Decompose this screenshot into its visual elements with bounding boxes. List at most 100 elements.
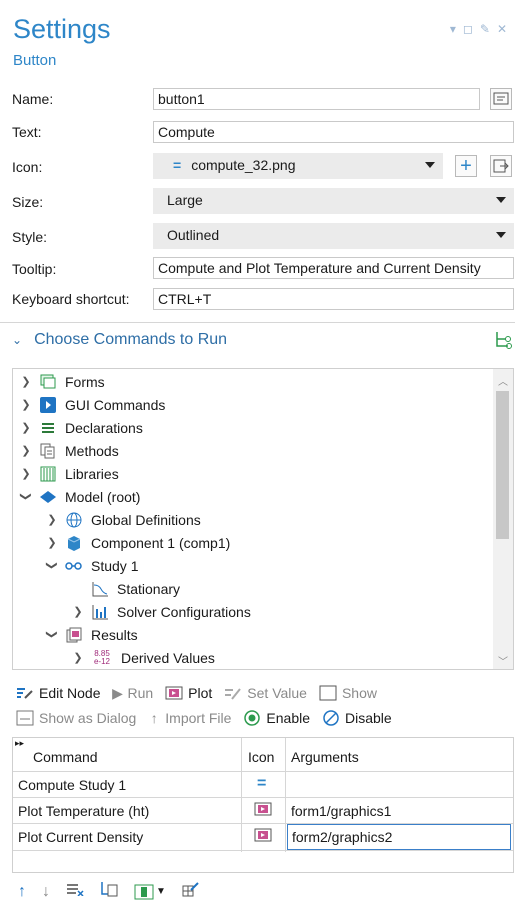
- icon-label: Icon:: [12, 159, 43, 175]
- size-select[interactable]: Large: [153, 188, 514, 214]
- style-select[interactable]: Outlined: [153, 223, 514, 249]
- column-header-arguments[interactable]: Arguments: [291, 749, 359, 765]
- set-value-button[interactable]: Set Value: [224, 685, 307, 701]
- chevron-right-icon[interactable]: ❯: [73, 651, 83, 664]
- section-header[interactable]: ⌄ Choose Commands to Run: [12, 331, 227, 349]
- chevron-right-icon[interactable]: ❯: [21, 444, 31, 457]
- style-label: Style:: [12, 229, 48, 245]
- column-header-command[interactable]: Command: [33, 749, 98, 765]
- shortcut-field[interactable]: CTRL+T: [153, 288, 514, 310]
- restore-icon[interactable]: ◻: [463, 22, 473, 36]
- chevron-down-icon[interactable]: ❯: [46, 561, 59, 571]
- scroll-thumb[interactable]: [496, 391, 509, 539]
- tree-item-declarations[interactable]: ❯ Declarations: [21, 416, 143, 439]
- tree-item-libraries[interactable]: ❯ Libraries: [21, 462, 118, 485]
- import-file-button[interactable]: ↑ Import File: [148, 710, 232, 726]
- globe-icon: [65, 512, 83, 528]
- tree-item-stationary[interactable]: Stationary: [91, 577, 180, 600]
- chevron-down-icon: ⌄: [12, 333, 23, 347]
- tree-item-forms[interactable]: ❯ Forms: [21, 370, 105, 393]
- study-icon: [65, 558, 83, 574]
- tooltip-field[interactable]: Compute and Plot Temperature and Current…: [153, 257, 514, 279]
- run-button[interactable]: ▶ Run: [112, 685, 153, 702]
- tree-item-derived-values[interactable]: ❯ 8.85 e-12 Derived Values: [73, 646, 215, 669]
- edit-node-button[interactable]: Edit Node: [16, 685, 100, 701]
- icon-select-value: compute_32.png: [191, 157, 296, 173]
- command-cell[interactable]: Compute Study 1: [18, 777, 126, 793]
- icon-select[interactable]: = compute_32.png: [153, 153, 443, 179]
- move-up-icon[interactable]: ↑: [18, 883, 26, 901]
- delete-rows-icon[interactable]: [66, 882, 84, 901]
- extract-icon[interactable]: [100, 881, 118, 902]
- tree-label: Derived Values: [121, 649, 215, 666]
- tree-item-global-definitions[interactable]: ❯ Global Definitions: [47, 508, 200, 531]
- methods-icon: [39, 443, 57, 459]
- chevron-right-icon[interactable]: ❯: [21, 375, 31, 388]
- tree-label: Methods: [65, 442, 119, 459]
- tree-item-component[interactable]: ❯ Component 1 (comp1): [47, 531, 230, 554]
- tree-item-solver-configurations[interactable]: ❯ Solver Configurations: [73, 600, 251, 623]
- tree-label: Solver Configurations: [117, 603, 251, 620]
- window-icon: [319, 685, 337, 701]
- tree-scrollbar[interactable]: ︿ ﹀: [493, 369, 513, 669]
- chevron-right-icon[interactable]: ❯: [73, 605, 83, 618]
- style-select-value: Outlined: [167, 227, 220, 243]
- tree-label: Declarations: [65, 419, 143, 436]
- arguments-cell[interactable]: form2/graphics2: [287, 824, 511, 850]
- divider: [285, 738, 286, 852]
- tree-item-methods[interactable]: ❯ Methods: [21, 439, 119, 462]
- enable-button[interactable]: Enable: [243, 710, 310, 726]
- sort-icon[interactable]: ▸▸: [15, 738, 24, 749]
- chevron-right-icon[interactable]: ❯: [21, 398, 31, 411]
- name-field[interactable]: button1: [153, 88, 480, 110]
- command-cell[interactable]: Plot Current Density: [18, 829, 143, 845]
- insert-column-icon[interactable]: ▼: [134, 884, 166, 900]
- browse-icon-button[interactable]: [490, 155, 512, 177]
- section-title: Choose Commands to Run: [34, 331, 228, 348]
- divider: [13, 797, 513, 798]
- tree-item-gui-commands[interactable]: ❯ GUI Commands: [21, 393, 165, 416]
- tree-label: Forms: [65, 373, 105, 390]
- tree-label: Results: [91, 626, 138, 643]
- window-menu-icon[interactable]: ▾: [450, 22, 456, 36]
- rename-button[interactable]: [490, 88, 512, 110]
- tree-item-study[interactable]: ❯ Study 1: [46, 554, 139, 577]
- declarations-icon: [39, 420, 57, 436]
- arguments-cell[interactable]: form1/graphics1: [291, 803, 391, 819]
- move-down-icon[interactable]: ↓: [42, 883, 50, 901]
- command-toolbar: Edit Node ▶ Run Plot Set Value Show: [16, 685, 389, 701]
- chevron-down-icon: [496, 232, 506, 238]
- chevron-right-icon[interactable]: ❯: [47, 513, 57, 526]
- column-header-icon[interactable]: Icon: [248, 749, 274, 765]
- show-as-dialog-button[interactable]: Show as Dialog: [16, 710, 136, 726]
- import-file-label: Import File: [165, 710, 232, 726]
- chevron-down-icon[interactable]: ❯: [20, 492, 33, 502]
- pin-icon[interactable]: ✎: [480, 22, 490, 36]
- edit-node-label: Edit Node: [39, 685, 101, 701]
- chevron-down-icon[interactable]: ❯: [46, 630, 59, 640]
- add-commands-icon[interactable]: [494, 330, 512, 353]
- plot-button[interactable]: Plot: [165, 685, 212, 701]
- command-cell[interactable]: Plot Temperature (ht): [18, 803, 149, 819]
- chevron-down-icon: [496, 197, 506, 203]
- compute-icon: =: [257, 775, 267, 792]
- divider: [13, 850, 513, 851]
- text-field[interactable]: Compute: [153, 121, 514, 143]
- close-icon[interactable]: ✕: [497, 22, 507, 36]
- show-button[interactable]: Show: [319, 685, 377, 701]
- size-label: Size:: [12, 194, 44, 210]
- compute-icon: =: [173, 157, 182, 173]
- disable-icon: [322, 710, 340, 726]
- add-icon-button[interactable]: +: [455, 155, 477, 177]
- tree-item-model-root[interactable]: ❯ Model (root): [20, 485, 141, 508]
- scroll-down-icon[interactable]: ﹀: [498, 653, 508, 668]
- chevron-down-icon[interactable]: ▼: [156, 886, 166, 897]
- chevron-right-icon[interactable]: ❯: [21, 467, 31, 480]
- chevron-right-icon[interactable]: ❯: [21, 421, 31, 434]
- disable-button[interactable]: Disable: [322, 710, 392, 726]
- edit-table-icon[interactable]: [182, 881, 200, 902]
- scroll-up-icon[interactable]: ︿: [498, 373, 508, 388]
- tree-item-results[interactable]: ❯ Results: [46, 623, 138, 646]
- command-tree[interactable]: ❯ Forms ❯ GUI Commands ❯ Declarations ❯ …: [12, 368, 514, 670]
- chevron-right-icon[interactable]: ❯: [47, 536, 57, 549]
